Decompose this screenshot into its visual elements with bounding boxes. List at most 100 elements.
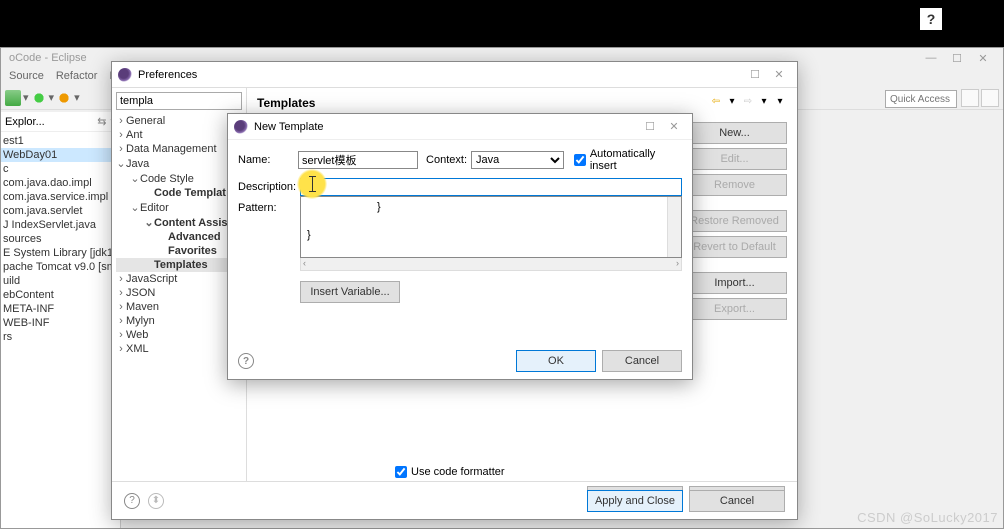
vertical-scrollbar[interactable] <box>667 197 681 257</box>
caret-icon[interactable]: ⌄ <box>130 172 140 185</box>
explorer-item[interactable]: com.java.dao.impl <box>1 176 120 190</box>
perspective-java-icon[interactable] <box>961 89 979 107</box>
explorer-item[interactable]: com.java.service.impl <box>1 190 120 204</box>
pref-tree-item[interactable]: ⌄Editor <box>116 200 242 215</box>
pref-tree-item[interactable]: ›JavaScript <box>116 272 242 286</box>
description-input[interactable] <box>300 178 682 196</box>
explorer-item[interactable]: WebDay01 <box>1 148 120 162</box>
explorer-tab-label[interactable]: Explor... <box>5 116 45 128</box>
import-button[interactable]: Import... <box>682 272 787 294</box>
perspective-javaee-icon[interactable] <box>981 89 999 107</box>
apply-close-button[interactable]: Apply and Close <box>587 490 683 512</box>
link-editor-icon[interactable]: ⇆ <box>97 115 106 128</box>
minimize-icon[interactable]: — <box>919 50 943 66</box>
caret-icon[interactable]: › <box>116 129 126 141</box>
pref-maximize-icon[interactable]: ☐ <box>743 67 767 83</box>
pref-tree-item[interactable]: ⌄Code Style <box>116 171 242 186</box>
toolbar-icon[interactable] <box>5 90 21 106</box>
pref-tree-item[interactable]: Advanced <box>116 230 242 244</box>
explorer-item[interactable]: META-INF <box>1 302 120 316</box>
context-select[interactable]: Java <box>471 151 564 169</box>
caret-icon[interactable]: ⌄ <box>144 216 154 229</box>
pref-tree-item[interactable]: Favorites <box>116 244 242 258</box>
help-icon[interactable]: ? <box>238 353 254 369</box>
export-button[interactable]: Export... <box>682 298 787 320</box>
pref-tree-item[interactable]: Code Templat <box>116 186 242 200</box>
new-template-titlebar[interactable]: New Template ☐ ✕ <box>228 114 692 140</box>
caret-icon[interactable]: › <box>116 287 126 299</box>
insert-variable-button[interactable]: Insert Variable... <box>300 281 400 303</box>
explorer-item[interactable]: com.java.servlet <box>1 204 120 218</box>
toolbar-dropdown-icon[interactable]: ▾ <box>74 91 80 104</box>
toolbar-dropdown-icon[interactable]: ▾ <box>49 91 55 104</box>
pref-tree-item[interactable]: ›Ant <box>116 128 242 142</box>
pref-tree-item[interactable]: ›General <box>116 114 242 128</box>
pref-tree-item[interactable]: ›Web <box>116 328 242 342</box>
caret-icon[interactable]: › <box>116 143 126 155</box>
explorer-item[interactable]: sources <box>1 232 120 246</box>
explorer-item[interactable]: pache Tomcat v9.0 [sm <box>1 260 120 274</box>
pref-tree-item[interactable]: Templates <box>116 258 242 272</box>
use-formatter-checkbox[interactable] <box>395 466 407 478</box>
debug-icon[interactable] <box>56 90 72 106</box>
menu-icon[interactable]: ▾ <box>773 94 787 108</box>
remove-button[interactable]: Remove <box>682 174 787 196</box>
pattern-label: Pattern: <box>238 202 296 214</box>
new-button[interactable]: New... <box>682 122 787 144</box>
maximize-icon[interactable]: ☐ <box>945 50 969 66</box>
import-export-icon[interactable]: ⬍ <box>148 493 164 509</box>
caret-icon[interactable]: › <box>116 273 126 285</box>
pref-tree-label: Content Assist <box>154 217 231 229</box>
explorer-item[interactable]: rs <box>1 330 120 344</box>
nav-fwd-icon[interactable]: ⇨ <box>741 94 755 108</box>
tmpl-maximize-icon[interactable]: ☐ <box>638 119 662 135</box>
caret-icon[interactable]: › <box>116 343 126 355</box>
ok-button[interactable]: OK <box>516 350 596 372</box>
explorer-item[interactable]: c <box>1 162 120 176</box>
tmpl-close-icon[interactable]: ✕ <box>662 119 686 135</box>
nav-back-icon[interactable]: ⇦ <box>709 94 723 108</box>
pref-close-icon[interactable]: ✕ <box>767 67 791 83</box>
pref-tree-item[interactable]: ›Mylyn <box>116 314 242 328</box>
restore-removed-button[interactable]: Restore Removed <box>682 210 787 232</box>
pref-tree-item[interactable]: ›JSON <box>116 286 242 300</box>
auto-insert-checkbox[interactable] <box>574 154 586 166</box>
preferences-filter-input[interactable] <box>116 92 242 110</box>
explorer-item[interactable]: est1 <box>1 134 120 148</box>
caret-icon[interactable]: › <box>116 301 126 313</box>
edit-button[interactable]: Edit... <box>682 148 787 170</box>
quick-access-input[interactable] <box>885 90 957 108</box>
menu-refactor[interactable]: Refactor <box>52 68 102 86</box>
caret-icon[interactable]: › <box>116 315 126 327</box>
caret-icon[interactable]: › <box>116 115 126 127</box>
dropdown-icon[interactable]: ▾ <box>725 94 739 108</box>
pref-tree-label: Java <box>126 158 149 170</box>
pref-tree-item[interactable]: ›XML <box>116 342 242 356</box>
explorer-item[interactable]: uild <box>1 274 120 288</box>
caret-icon[interactable]: ⌄ <box>130 201 140 214</box>
toolbar-dropdown-icon[interactable]: ▾ <box>23 91 29 104</box>
explorer-item[interactable]: ebContent <box>1 288 120 302</box>
run-icon[interactable] <box>31 90 47 106</box>
pref-tree-item[interactable]: ⌄Java <box>116 156 242 171</box>
close-icon[interactable]: ✕ <box>971 50 995 66</box>
caret-icon[interactable]: ⌄ <box>116 157 126 170</box>
cancel-button[interactable]: Cancel <box>602 350 682 372</box>
pref-tree-item[interactable]: ›Data Management <box>116 142 242 156</box>
cancel-button[interactable]: Cancel <box>689 490 785 512</box>
dropdown-icon[interactable]: ▾ <box>757 94 771 108</box>
revert-default-button[interactable]: Revert to Default <box>682 236 787 258</box>
help-icon[interactable]: ? <box>124 493 140 509</box>
preferences-titlebar[interactable]: Preferences ☐ ✕ <box>112 62 797 88</box>
explorer-item[interactable]: WEB-INF <box>1 316 120 330</box>
pattern-textarea[interactable]: } } <box>300 196 682 258</box>
caret-icon[interactable]: › <box>116 329 126 341</box>
pref-tree-item[interactable]: ⌄Content Assist <box>116 215 242 230</box>
pref-tree-item[interactable]: ›Maven <box>116 300 242 314</box>
explorer-item[interactable]: J IndexServlet.java <box>1 218 120 232</box>
horizontal-scrollbar[interactable]: ‹ › <box>300 258 682 271</box>
name-input[interactable] <box>298 151 418 169</box>
menu-source[interactable]: Source <box>5 68 48 86</box>
explorer-item[interactable]: E System Library [jdk1 <box>1 246 120 260</box>
help-icon[interactable]: ? <box>920 8 942 30</box>
